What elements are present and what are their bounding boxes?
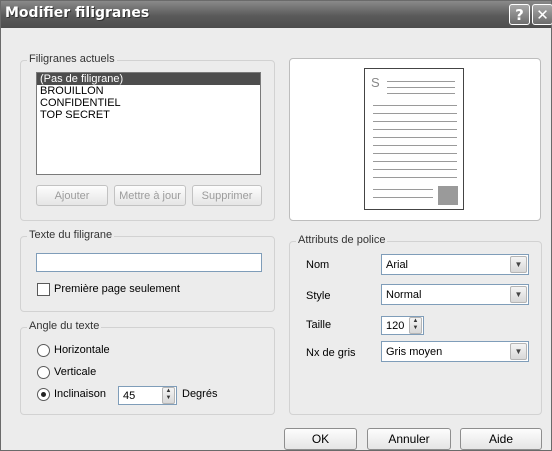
font-name-select[interactable]: Arial ▼ [381, 254, 529, 275]
watermark-text-group: Texte du filigrane [20, 229, 275, 312]
font-size-label: Taille [306, 319, 332, 331]
dialog-window: Modifier filigranes ? ✕ Filigranes actue… [0, 0, 552, 451]
title-bar[interactable]: Modifier filigranes ? ✕ [1, 1, 552, 28]
preview-text-line [373, 177, 457, 178]
horizontal-label: Horizontale [54, 344, 110, 356]
font-size-spin-buttons[interactable]: ▲ ▼ [409, 317, 422, 334]
vertical-label: Verticale [54, 366, 97, 378]
text-angle-label: Angle du texte [27, 320, 102, 332]
cancel-button[interactable]: Annuler [367, 428, 451, 450]
font-attributes-label: Attributs de police [296, 234, 388, 246]
vertical-radio[interactable] [37, 366, 50, 379]
preview-text-line [373, 189, 433, 190]
preview-text-line [373, 153, 457, 154]
watermark-text-label: Texte du filigrane [27, 229, 115, 241]
help-icon[interactable]: ? [509, 4, 530, 25]
preview-text-line [373, 129, 457, 130]
chevron-down-icon[interactable]: ▼ [510, 343, 527, 360]
preview-text-line [387, 81, 455, 82]
gray-level-select[interactable]: Gris moyen ▼ [381, 341, 529, 362]
add-button[interactable]: Ajouter [36, 185, 108, 206]
update-button[interactable]: Mettre à jour [114, 185, 186, 206]
inclinaison-label: Inclinaison [54, 388, 106, 400]
horizontal-radio[interactable] [37, 344, 50, 357]
ok-button[interactable]: OK [284, 428, 357, 450]
list-item[interactable]: CONFIDENTIEL [37, 97, 260, 109]
preview-text-line [373, 113, 457, 114]
preview-text-line [373, 145, 457, 146]
preview-text-line [373, 197, 433, 198]
preview-text-line [373, 105, 457, 106]
angle-spin-buttons[interactable]: ▲ ▼ [162, 387, 175, 404]
font-style-select[interactable]: Normal ▼ [381, 284, 529, 305]
list-item[interactable]: TOP SECRET [37, 109, 260, 121]
help-button[interactable]: Aide [460, 428, 542, 450]
angle-value: 45 [123, 389, 136, 402]
degrees-label: Degrés [182, 388, 218, 400]
first-page-label: Première page seulement [54, 283, 180, 295]
list-item[interactable]: BROUILLON [37, 85, 260, 97]
gray-level-label: Nx de gris [306, 347, 356, 359]
preview-page: S [364, 68, 464, 210]
first-page-checkbox[interactable] [37, 283, 50, 296]
window-title: Modifier filigranes [5, 5, 150, 21]
font-style-label: Style [306, 290, 331, 302]
preview-text-line [373, 121, 457, 122]
watermark-list[interactable]: (Pas de filigrane) BROUILLON CONFIDENTIE… [36, 72, 261, 175]
font-name-label: Nom [306, 259, 330, 271]
watermark-preview: S [289, 58, 541, 221]
gray-level-value: Gris moyen [386, 345, 443, 358]
font-name-value: Arial [386, 258, 409, 271]
preview-text-line [373, 137, 457, 138]
watermark-text-input[interactable] [36, 253, 262, 272]
preview-text-line [373, 161, 457, 162]
chevron-down-icon[interactable]: ▼ [510, 286, 527, 303]
font-style-value: Normal [386, 288, 422, 301]
preview-text-line [387, 93, 455, 94]
close-icon[interactable]: ✕ [532, 4, 552, 25]
preview-watermark-letter: S [371, 75, 380, 90]
preview-image-block [438, 186, 458, 205]
font-size-value: 120 [386, 319, 405, 332]
inclinaison-radio[interactable] [37, 388, 50, 401]
current-watermarks-label: Filigranes actuels [27, 53, 117, 65]
list-item[interactable]: (Pas de filigrane) [37, 73, 260, 85]
chevron-down-icon[interactable]: ▼ [510, 256, 527, 273]
preview-text-line [373, 169, 457, 170]
radio-selected-dot [41, 392, 46, 397]
preview-text-line [387, 87, 455, 88]
delete-button[interactable]: Supprimer [192, 185, 262, 206]
